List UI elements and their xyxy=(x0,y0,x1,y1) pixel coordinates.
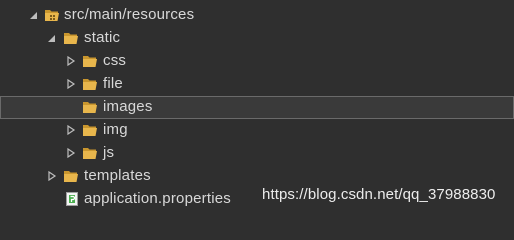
tree-label-templates: templates xyxy=(84,167,151,184)
collapsed-arrow-icon[interactable] xyxy=(47,170,57,182)
tree-row-images[interactable]: images xyxy=(0,96,514,119)
tree-row-src-main-resources[interactable]: src/main/resources xyxy=(0,4,514,27)
tree-row-static[interactable]: static xyxy=(0,27,514,50)
expanded-arrow-icon[interactable] xyxy=(47,32,57,44)
collapsed-arrow-icon[interactable] xyxy=(66,147,76,159)
folder-open-icon xyxy=(82,53,98,69)
project-explorer-tree: src/main/resources static css file image… xyxy=(0,0,514,215)
properties-file-icon xyxy=(64,191,80,207)
collapsed-arrow-icon[interactable] xyxy=(66,124,76,136)
tree-label-img: img xyxy=(103,121,128,138)
tree-row-img[interactable]: img xyxy=(0,119,514,142)
tree-row-css[interactable]: css xyxy=(0,50,514,73)
tree-label-js: js xyxy=(103,144,115,161)
folder-open-icon xyxy=(82,76,98,92)
tree-row-file[interactable]: file xyxy=(0,73,514,96)
folder-open-icon xyxy=(82,145,98,161)
folder-open-icon xyxy=(82,99,98,115)
watermark-text: https://blog.csdn.net/qq_37988830 xyxy=(262,186,496,203)
tree-label-css: css xyxy=(103,52,127,69)
tree-label-application-properties: application.properties xyxy=(84,190,231,207)
tree-label-file: file xyxy=(103,75,123,92)
package-folder-icon xyxy=(44,7,60,23)
folder-open-icon xyxy=(63,30,79,46)
collapsed-arrow-icon[interactable] xyxy=(66,78,76,90)
tree-row-js[interactable]: js xyxy=(0,142,514,165)
expanded-arrow-icon[interactable] xyxy=(29,9,39,21)
tree-label-src-main-resources: src/main/resources xyxy=(64,6,195,23)
tree-label-images: images xyxy=(103,98,153,115)
folder-open-icon xyxy=(82,122,98,138)
folder-open-icon xyxy=(63,168,79,184)
tree-label-static: static xyxy=(84,29,121,46)
tree-row-templates[interactable]: templates xyxy=(0,165,514,188)
collapsed-arrow-icon[interactable] xyxy=(66,55,76,67)
